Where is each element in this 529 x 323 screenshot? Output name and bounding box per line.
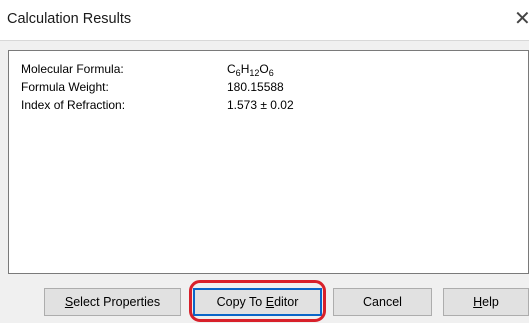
dialog-title: Calculation Results: [7, 11, 132, 27]
index-of-refraction-label: Index of Refraction:: [21, 98, 126, 112]
help-label: Help: [473, 295, 499, 309]
molecular-formula-value: C6H12O6: [227, 62, 274, 78]
molecular-formula-label: Molecular Formula:: [21, 62, 124, 76]
index-of-refraction-value: 1.573 ± 0.02: [227, 98, 294, 112]
calculation-results-dialog: Calculation Results ✕ Molecular Formula:…: [0, 0, 529, 323]
formula-weight-value: 180.15588: [227, 80, 284, 94]
close-icon[interactable]: ✕: [514, 7, 529, 31]
title-bar: Calculation Results ✕: [0, 0, 529, 41]
select-properties-button[interactable]: Select Properties: [44, 288, 181, 316]
formula-weight-label: Formula Weight:: [21, 80, 109, 94]
help-button[interactable]: Help: [443, 288, 529, 316]
cancel-label: Cancel: [363, 295, 402, 309]
select-properties-label: Select Properties: [64, 295, 161, 309]
copy-to-editor-label: Copy To Editor: [216, 295, 299, 309]
copy-to-editor-button[interactable]: Copy To Editor: [193, 288, 322, 316]
cancel-button[interactable]: Cancel: [333, 288, 432, 316]
results-panel: Molecular Formula: C6H12O6 Formula Weigh…: [8, 50, 529, 274]
